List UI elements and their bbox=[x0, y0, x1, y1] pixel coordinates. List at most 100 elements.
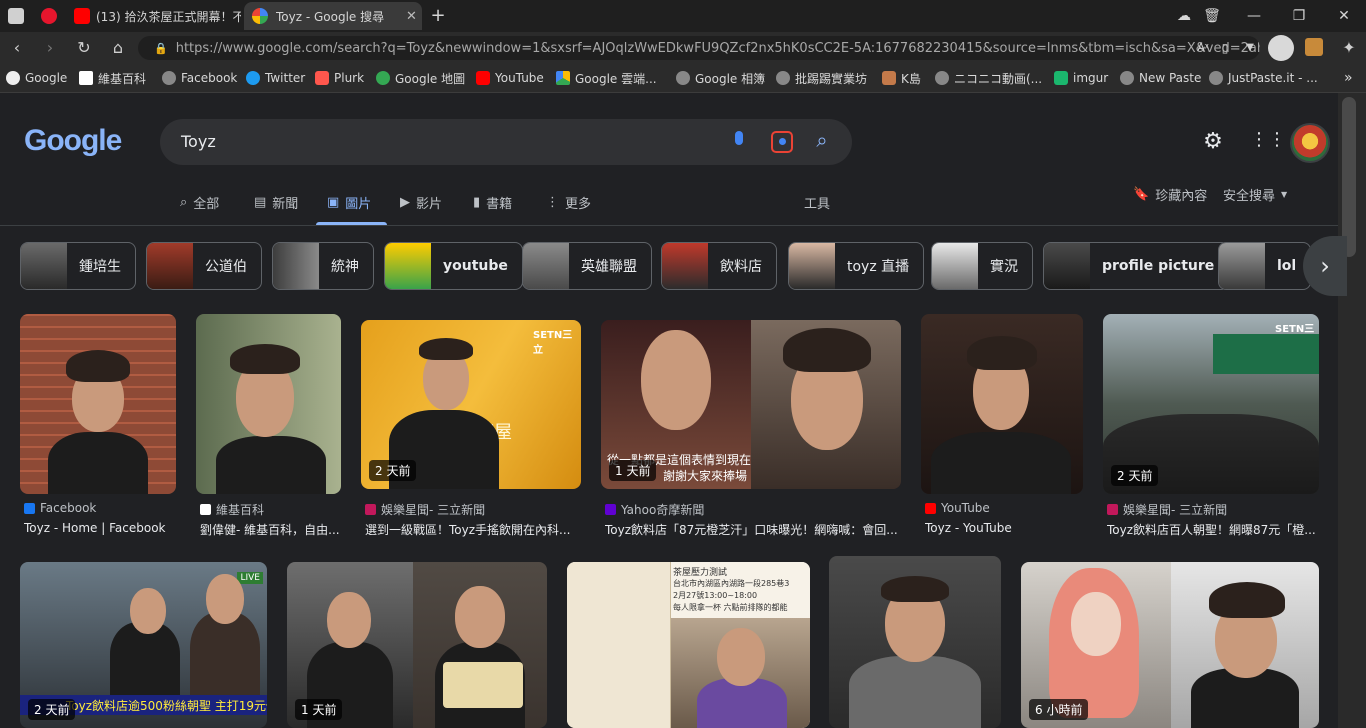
cloud-icon[interactable]: ☁ bbox=[1174, 6, 1194, 26]
bookmark-youtube[interactable]: YouTube bbox=[476, 69, 544, 87]
minimize-button[interactable]: — bbox=[1244, 6, 1264, 26]
result-source[interactable]: 娛樂星聞- 三立新聞 bbox=[365, 501, 485, 518]
bookmark-niconico[interactable]: ニコニコ動画(... bbox=[935, 69, 1042, 87]
bookmark-google-drive[interactable]: Google 雲端... bbox=[556, 69, 657, 87]
chip-related-search[interactable]: lol bbox=[1218, 242, 1312, 290]
close-window-button[interactable]: ✕ bbox=[1334, 6, 1354, 26]
tab-images[interactable]: ▣ 圖片 bbox=[327, 192, 371, 212]
chip-related-search[interactable]: 鍾培生 bbox=[20, 242, 136, 290]
home-button[interactable]: ⌂ bbox=[107, 37, 129, 59]
tab-all[interactable]: ⌕ 全部 bbox=[180, 192, 219, 212]
person-face bbox=[455, 586, 505, 648]
maximize-button[interactable]: ❐ bbox=[1289, 6, 1309, 26]
tab-books[interactable]: ▮ 書籍 bbox=[473, 192, 512, 212]
bookmark-google-maps[interactable]: Google 地圖 bbox=[376, 69, 465, 87]
bookmark-google[interactable]: Google bbox=[6, 69, 67, 87]
book-icon: ▮ bbox=[473, 194, 481, 210]
image-result[interactable] bbox=[196, 314, 341, 494]
translate-icon[interactable]: Aᵡ bbox=[1192, 37, 1214, 59]
wikipedia-icon bbox=[200, 504, 211, 515]
dropdown-icon[interactable]: ▼ bbox=[1239, 37, 1261, 59]
image-result[interactable]: 6 小時前 bbox=[1021, 562, 1319, 728]
image-result[interactable] bbox=[20, 314, 176, 494]
bookmark-plurk[interactable]: Plurk bbox=[315, 69, 364, 87]
bookmark-komica[interactable]: K島 bbox=[882, 69, 921, 87]
tab-news[interactable]: ▤ 新聞 bbox=[254, 192, 298, 212]
back-button[interactable]: ‹ bbox=[6, 37, 28, 59]
image-result[interactable]: LIVE Toyz飲料店逾500粉絲朝聖 主打19元低價 2 天前 bbox=[20, 562, 267, 728]
result-caption[interactable]: 選到一級戰區！Toyz手搖飲開在內科... bbox=[365, 521, 581, 538]
result-source[interactable]: YouTube bbox=[925, 501, 990, 515]
image-result[interactable] bbox=[829, 556, 1001, 728]
bookmark-star-icon[interactable]: ▯ bbox=[1214, 37, 1236, 59]
account-avatar[interactable] bbox=[1290, 123, 1330, 163]
tab-videos[interactable]: ▶ 影片 bbox=[400, 192, 442, 212]
chip-related-search[interactable]: 實況 bbox=[931, 242, 1033, 290]
reload-button[interactable]: ↻ bbox=[73, 37, 95, 59]
bookmark-imgur[interactable]: imgur bbox=[1054, 69, 1108, 87]
apps-grid-icon[interactable]: ⋮⋮⋮ bbox=[1250, 129, 1304, 155]
bookmark-google-photos[interactable]: Google 相簿 bbox=[676, 69, 765, 87]
result-caption[interactable]: Toyz飲料店「87元橙芝汗」口味曝光！網嗨喊：會回... bbox=[605, 521, 901, 538]
microphone-icon[interactable] bbox=[728, 131, 750, 153]
time-badge: 6 小時前 bbox=[1029, 699, 1089, 720]
image-result[interactable] bbox=[921, 314, 1083, 494]
image-result[interactable]: 1 天前 bbox=[287, 562, 547, 728]
search-input[interactable]: Toyz bbox=[181, 132, 216, 151]
close-tab-icon[interactable]: ✕ bbox=[406, 9, 417, 24]
person-hair bbox=[230, 344, 300, 374]
image-result[interactable]: 從一點都是這個表情到現在 謝謝大家來捧場 1 天前 bbox=[601, 320, 901, 489]
result-source[interactable]: 娛樂星聞- 三立新聞 bbox=[1107, 501, 1227, 518]
result-source[interactable]: Facebook bbox=[24, 501, 96, 515]
bookmark-wikipedia[interactable]: 維基百科 bbox=[79, 69, 146, 87]
person-hair bbox=[1209, 582, 1285, 618]
settings-gear-icon[interactable]: ⚙ bbox=[1201, 129, 1225, 155]
search-icon[interactable]: ⌕ bbox=[810, 128, 834, 152]
address-bar[interactable]: 🔒 https://www.google.com/search?q=Toyz&n… bbox=[138, 36, 1260, 60]
tab-more[interactable]: ⋮ 更多 bbox=[546, 192, 591, 212]
puzzle-icon[interactable]: ✦ bbox=[1338, 37, 1360, 59]
safe-search-button[interactable]: 安全搜尋 ▼ bbox=[1223, 184, 1287, 204]
browser-menu-icon[interactable] bbox=[8, 8, 24, 24]
result-source[interactable]: 維基百科 bbox=[200, 501, 264, 518]
bookmarks-overflow-icon[interactable]: » bbox=[1344, 69, 1353, 87]
tab-weibo[interactable] bbox=[34, 2, 64, 30]
lens-camera-icon[interactable] bbox=[771, 131, 793, 153]
tab-youtube[interactable]: (13) 拾汣茶屋正式開幕！不 bbox=[66, 2, 244, 30]
person-face bbox=[206, 574, 244, 624]
result-caption[interactable]: Toyz飲料店百人朝聖！網曝87元「橙... bbox=[1107, 521, 1319, 538]
bookmark-new-paste[interactable]: New Paste bbox=[1120, 69, 1201, 87]
chip-related-search[interactable]: profile picture bbox=[1043, 242, 1230, 290]
tools-button[interactable]: 工具 bbox=[804, 192, 830, 212]
time-badge: 2 天前 bbox=[369, 460, 417, 481]
trash-icon[interactable]: 🗑 bbox=[1202, 6, 1222, 26]
scrollbar-thumb[interactable] bbox=[1342, 97, 1356, 257]
chip-thumbnail bbox=[789, 243, 835, 289]
bookmark-ptt[interactable]: 批踢踢實業坊 bbox=[776, 69, 867, 87]
image-result[interactable]: SETN三立 2 天前 bbox=[1103, 314, 1319, 494]
forward-button[interactable]: › bbox=[39, 37, 61, 59]
person-body bbox=[110, 622, 180, 702]
profile-icon[interactable] bbox=[1268, 35, 1294, 61]
chip-related-search[interactable]: 統神 bbox=[272, 242, 374, 290]
result-source[interactable]: Yahoo奇摩新聞 bbox=[605, 501, 704, 518]
drive-icon bbox=[556, 71, 570, 85]
chip-related-search[interactable]: 公道伯 bbox=[146, 242, 262, 290]
tab-google-search[interactable]: Toyz - Google 搜尋 ✕ bbox=[244, 2, 422, 30]
new-tab-button[interactable]: + bbox=[428, 6, 448, 26]
bookmark-twitter[interactable]: Twitter bbox=[246, 69, 305, 87]
image-result[interactable]: SETN三立 茶屋 2 天前 bbox=[361, 320, 581, 489]
result-caption[interactable]: 劉偉健- 維基百科，自由... bbox=[200, 521, 341, 538]
chip-related-search[interactable]: 英雄聯盟 bbox=[522, 242, 652, 290]
result-caption[interactable]: Toyz - YouTube bbox=[925, 521, 1083, 535]
saved-button[interactable]: 🔖 珍藏內容 bbox=[1133, 184, 1207, 204]
chip-related-search[interactable]: youtube bbox=[384, 242, 523, 290]
chip-related-search[interactable]: 飲料店 bbox=[661, 242, 777, 290]
bookmark-facebook[interactable]: Facebook bbox=[162, 69, 237, 87]
bookmark-justpaste[interactable]: JustPaste.it - ... bbox=[1209, 69, 1318, 87]
extension-icon[interactable] bbox=[1305, 38, 1323, 56]
result-caption[interactable]: Toyz - Home | Facebook bbox=[24, 521, 176, 535]
google-doodle-logo[interactable]: Google bbox=[24, 124, 122, 158]
chip-related-search[interactable]: toyz 直播 bbox=[788, 242, 925, 290]
image-result[interactable]: 茶屋壓力測試 台北市內湖區內湖路一段285巷3 2月27號13:00~18:00… bbox=[567, 562, 810, 728]
